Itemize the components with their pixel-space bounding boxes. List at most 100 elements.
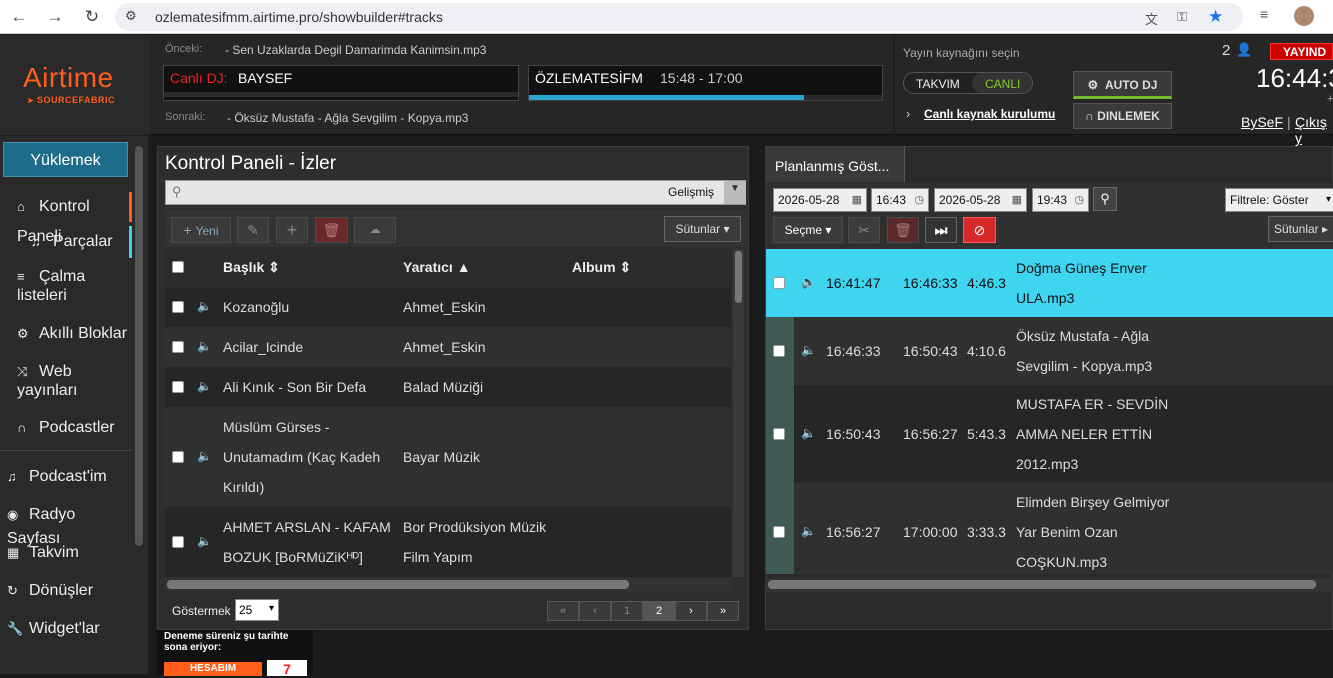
forward-icon[interactable]: →	[45, 7, 65, 27]
page-2-button[interactable]: 2	[643, 601, 675, 621]
speaker-icon[interactable]: 🔈	[197, 379, 212, 393]
library-vertical-scrollbar[interactable]	[733, 249, 744, 577]
search-icon[interactable]: ⚲	[1093, 187, 1117, 211]
tab-scheduled-shows[interactable]: Planlanmış Göst...	[766, 147, 905, 182]
row-checkbox[interactable]	[172, 536, 184, 548]
skip-to-current-icon[interactable]: ⏭	[925, 217, 957, 243]
speaker-icon[interactable]: 🔈	[197, 534, 212, 548]
schedule-row[interactable]: 🔈 16:46:33 16:50:43 4:10.6 Öksüz Mustafa - A…	[766, 317, 1333, 385]
sidebar-item-smart-blocks[interactable]: ⚙ Akıllı Bloklar	[0, 322, 132, 346]
first-page-button[interactable]: «	[547, 601, 579, 621]
schedule-horizontal-scrollbar[interactable]	[766, 578, 1333, 592]
sidebar-item-tracks[interactable]: ♫ Parçalar	[0, 226, 132, 258]
scissors-icon[interactable]: ✂	[848, 217, 880, 243]
row-checkbox[interactable]	[172, 341, 184, 353]
table-row[interactable]: 🔈 Acilar_Icinde Ahmet_Eskin	[165, 327, 731, 367]
translate-icon[interactable]: 文	[1145, 9, 1158, 28]
scheduled-source-toggle[interactable]: TAKVIM	[916, 77, 960, 91]
airtime-logo[interactable]: Airtime ➤ SOURCEFABRIC	[0, 35, 150, 135]
row-checkbox[interactable]	[172, 381, 184, 393]
sidebar-item-webstreams[interactable]: ⤨ Web yayınları	[0, 362, 132, 402]
user-link[interactable]: BySeF	[1241, 114, 1283, 130]
column-title[interactable]: Başlık ⇕	[223, 259, 280, 276]
profile-avatar[interactable]	[1294, 6, 1314, 26]
speaker-icon[interactable]: 🔈	[197, 299, 212, 313]
row-checkbox[interactable]	[172, 451, 184, 463]
from-time-input[interactable]: 16:43 ◷	[871, 188, 929, 212]
table-row[interactable]: 🔈 Ali Kınık - Son Bir Defa Balad Müziği	[165, 367, 731, 407]
music-icon: ♫	[31, 234, 41, 249]
table-row[interactable]: 🔈 AHMET ARSLAN - KAFAM BOZUK [BoRMüZiKᴴᴰ] B…	[165, 507, 731, 577]
back-icon[interactable]: ←	[9, 7, 29, 27]
address-bar[interactable]: ⚙ ozlematesifmm.airtime.pro/showbuilder#…	[115, 3, 1243, 31]
schedule-row[interactable]: 🔈 16:56:27 17:00:00 3:33.3 Elimden Birşey Ge…	[766, 483, 1333, 574]
schedule-columns-button[interactable]: Sütunlar ▸	[1268, 216, 1333, 242]
listen-button[interactable]: ∩ DINLEMEK	[1073, 103, 1172, 129]
page-size-select[interactable]: 25 ▾	[235, 599, 279, 621]
speaker-icon[interactable]: 🔈	[197, 339, 212, 353]
row-checkbox[interactable]	[773, 277, 785, 289]
speaker-icon[interactable]: 🔈	[197, 449, 212, 463]
chevron-down-icon[interactable]: ▼	[724, 181, 746, 204]
prev-page-button[interactable]: ‹	[579, 601, 611, 621]
library-columns-button[interactable]: Sütunlar ▾	[664, 216, 741, 242]
filter-select[interactable]: Filtrele: Göster ▾	[1225, 188, 1333, 212]
library-horizontal-scrollbar[interactable]	[165, 578, 731, 591]
page-1-button[interactable]: 1	[611, 601, 643, 621]
library-search-input[interactable]: ⚲ Gelişmiş ▼	[165, 180, 746, 205]
advanced-search-toggle[interactable]: Gelişmiş	[668, 185, 714, 199]
new-button[interactable]: + Yeni	[171, 217, 231, 243]
table-row[interactable]: 🔈 Kozanoğlu Ahmet_Eskin	[165, 287, 731, 327]
sidebar-scrollbar[interactable]	[135, 146, 143, 546]
live-source-toggle[interactable]: CANLI	[985, 77, 1020, 91]
auto-dj-button[interactable]: ⚙ AUTO DJ	[1073, 71, 1172, 99]
sidebar-item-podcasts[interactable]: ∩ Podcastler	[0, 416, 132, 440]
row-checkbox[interactable]	[172, 301, 184, 313]
library-title: Kontrol Paneli - İzler	[165, 153, 337, 174]
soundcloud-icon[interactable]: ☁	[354, 217, 396, 243]
cancel-show-icon[interactable]: ⊘	[963, 217, 996, 243]
to-time-input[interactable]: 19:43 ◷	[1032, 188, 1089, 212]
next-page-button[interactable]: ›	[675, 601, 707, 621]
schedule-row[interactable]: 🔈 16:41:47 16:46:33 4:46.3 Doğma Güneş Enver…	[766, 249, 1333, 317]
live-source-settings-link[interactable]: Canlı kaynak kurulumu	[924, 107, 1055, 121]
row-checkbox[interactable]	[773, 428, 785, 440]
schedule-row[interactable]: 🔈 16:50:43 16:56:27 5:43.3 MUSTAFA ER - SEVD…	[766, 385, 1333, 483]
to-date-input[interactable]: 2026-05-28 ▦	[934, 188, 1027, 212]
add-to-playlist-icon[interactable]: +	[276, 217, 308, 243]
row-checkbox[interactable]	[773, 345, 785, 357]
track-creator: Ahmet_Eskin	[403, 339, 486, 355]
from-date-input[interactable]: 2026-05-28 ▦	[773, 188, 867, 212]
sidebar-item-radio-page[interactable]: ◉ Radyo Sayfası	[0, 503, 132, 547]
row-checkbox[interactable]	[773, 526, 785, 538]
table-row[interactable]: 🔈 Müslüm Gürses - Unutamadım (Kaç Kadeh Kır…	[165, 407, 731, 507]
media-control-icon[interactable]: ≡	[1260, 6, 1268, 22]
reload-icon[interactable]: ↻	[82, 7, 102, 27]
last-page-button[interactable]: »	[707, 601, 739, 621]
speaker-icon[interactable]: 🔈	[801, 343, 816, 357]
trash-icon[interactable]: 🗑	[315, 217, 348, 243]
trash-icon[interactable]: 🗑	[887, 217, 919, 243]
select-all-checkbox[interactable]	[172, 261, 184, 273]
column-creator[interactable]: Yaratıcı ▲	[403, 259, 471, 275]
bookmark-star-icon[interactable]: ★	[1208, 7, 1223, 27]
password-key-icon[interactable]: ⚿	[1177, 9, 1187, 25]
select-dropdown-button[interactable]: Seçme ▾	[773, 217, 843, 243]
edit-icon[interactable]: ✎	[237, 217, 269, 243]
speaker-icon[interactable]: 🔈	[801, 275, 816, 289]
sidebar-item-my-podcast[interactable]: ♫ Podcast'im	[0, 465, 132, 489]
upload-button[interactable]: Yüklemek	[3, 142, 128, 177]
sidebar-item-playlists[interactable]: ≡ Çalma listeleri	[0, 267, 132, 307]
source-switch[interactable]: TAKVIM CANLI	[903, 72, 1033, 94]
track-length: 5:43.3	[967, 426, 1006, 442]
logout-link[interactable]: Çıkış y	[1295, 114, 1333, 146]
sidebar-item-calendar[interactable]: ▦ Takvim	[0, 541, 132, 565]
column-album[interactable]: Album ⇕	[572, 259, 631, 276]
music-icon: ♫	[7, 469, 17, 484]
speaker-icon[interactable]: 🔈	[801, 426, 816, 440]
sidebar-item-dashboard[interactable]: ⌂ Kontrol Paneli	[0, 192, 132, 245]
site-settings-icon[interactable]: ⚙	[125, 8, 137, 24]
sidebar-item-analytics[interactable]: ↻ Dönüşler	[0, 579, 132, 603]
speaker-icon[interactable]: 🔈	[801, 524, 816, 538]
sidebar-item-widgets[interactable]: 🔧 Widget'lar	[0, 617, 132, 641]
